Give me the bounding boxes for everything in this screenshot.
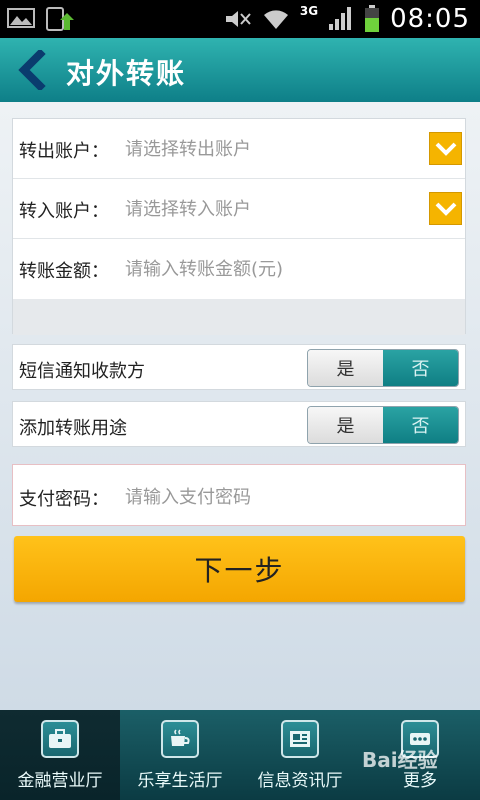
password-input[interactable] <box>123 477 427 517</box>
back-button[interactable] <box>14 48 54 92</box>
from-account-dropdown-button[interactable] <box>429 132 462 165</box>
watermark: Bai经验 <box>362 748 438 772</box>
tab-label: 信息资讯厅 <box>257 771 343 791</box>
title-bar: 对外转账 <box>0 38 480 102</box>
clock: 08:05 <box>390 4 470 34</box>
briefcase-icon <box>41 720 79 758</box>
coffee-cup-icon <box>161 720 199 758</box>
account-panel: 转出账户： 转入账户： 转账金额： <box>12 118 466 335</box>
status-bar: 3G 08:05 <box>0 0 480 38</box>
network-type: 3G <box>299 4 319 18</box>
purpose-no-option[interactable]: 否 <box>383 407 458 443</box>
sms-notify-row: 短信通知收款方 是 否 <box>12 344 466 390</box>
page-title: 对外转账 <box>66 57 187 90</box>
to-account-dropdown-button[interactable] <box>429 192 462 225</box>
sms-notify-no-option[interactable]: 否 <box>383 350 458 386</box>
sms-notify-label: 短信通知收款方 <box>19 361 145 382</box>
upload-icon <box>46 7 74 31</box>
from-account-label: 转出账户： <box>19 141 109 162</box>
purpose-label: 添加转账用途 <box>19 418 127 439</box>
password-row: 支付密码： <box>12 464 466 526</box>
wifi-icon <box>263 10 288 29</box>
signal-icon <box>329 7 352 30</box>
amount-row: 转账金额： <box>13 239 465 298</box>
amount-label: 转账金额： <box>19 261 109 282</box>
tab-life-hall[interactable]: 乐享生活厅 <box>120 710 240 800</box>
tab-label: 乐享生活厅 <box>137 771 223 791</box>
tab-label: 金融营业厅 <box>17 771 103 791</box>
chevron-down-icon <box>435 202 456 216</box>
to-account-label: 转入账户： <box>19 201 109 222</box>
content-area: 转出账户： 转入账户： 转账金额： 短信通知收款方 是 <box>0 102 480 710</box>
purpose-row: 添加转账用途 是 否 <box>12 401 466 447</box>
purpose-toggle[interactable]: 是 否 <box>307 406 459 444</box>
sms-notify-toggle[interactable]: 是 否 <box>307 349 459 387</box>
status-right: 3G 08:05 <box>224 4 470 34</box>
battery-icon <box>365 5 380 32</box>
to-account-select[interactable] <box>123 189 427 229</box>
amount-input[interactable] <box>123 249 427 289</box>
tab-finance-hall[interactable]: 金融营业厅 <box>0 710 120 800</box>
chevron-down-icon <box>435 142 456 156</box>
gallery-icon <box>7 8 35 28</box>
purpose-yes-option[interactable]: 是 <box>308 407 383 443</box>
newspaper-icon <box>281 720 319 758</box>
tab-info-hall[interactable]: 信息资讯厅 <box>240 710 360 800</box>
panel-footer-strip <box>13 299 465 335</box>
mute-icon <box>225 11 251 27</box>
from-account-select[interactable] <box>123 129 427 169</box>
to-account-row: 转入账户： <box>13 179 465 239</box>
sms-notify-yes-option[interactable]: 是 <box>308 350 383 386</box>
status-left <box>6 6 74 32</box>
password-label: 支付密码： <box>19 489 109 510</box>
next-step-button[interactable]: 下一步 <box>14 536 465 602</box>
from-account-row: 转出账户： <box>13 119 465 179</box>
back-arrow-icon <box>18 48 46 92</box>
